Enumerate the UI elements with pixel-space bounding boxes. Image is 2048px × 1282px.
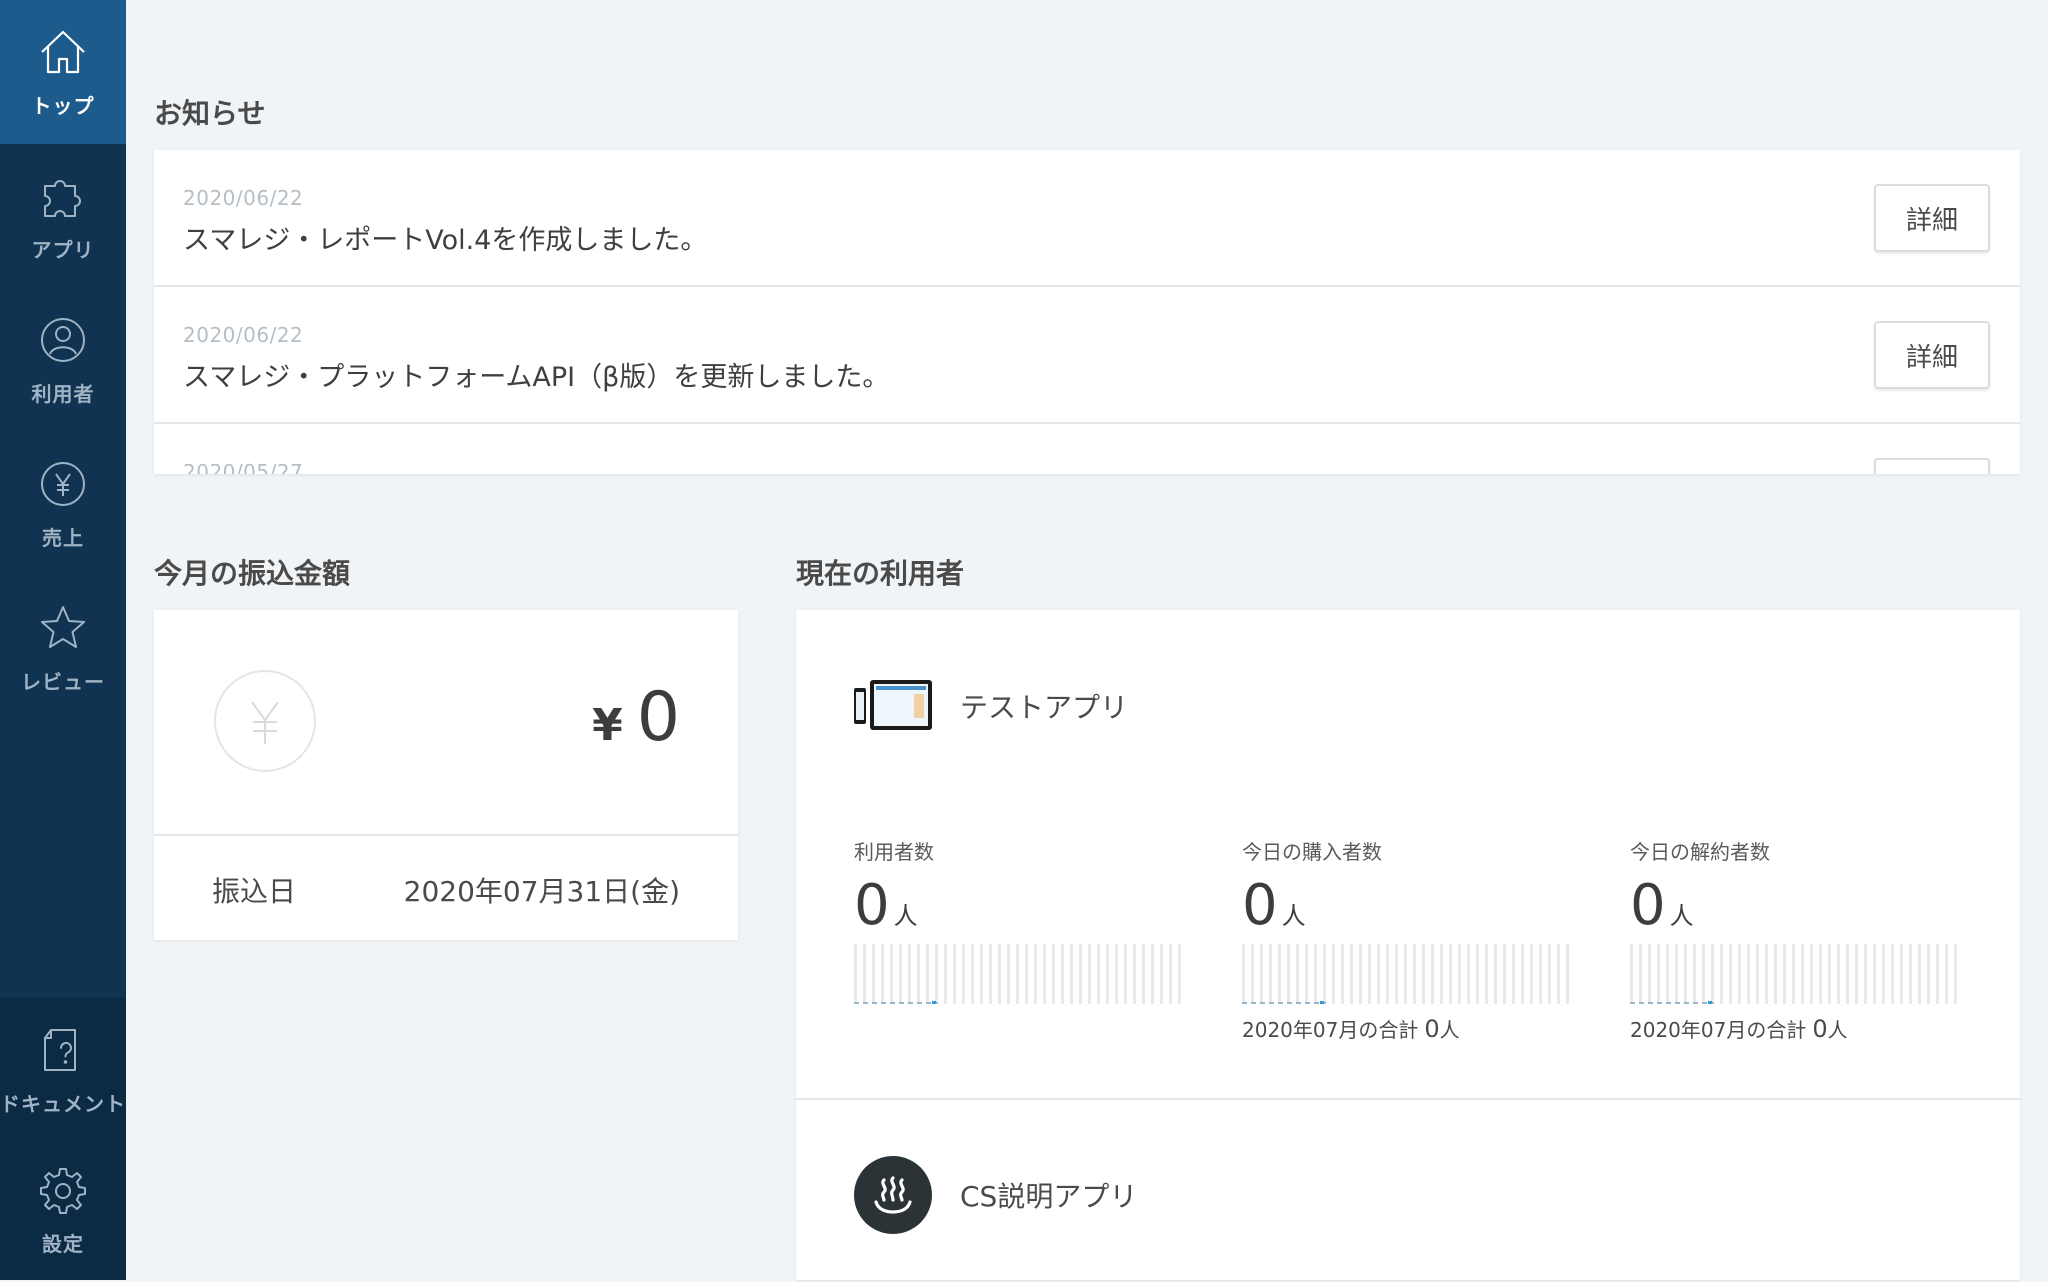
sparkline-chart xyxy=(854,944,1184,1004)
sparkline-chart xyxy=(1242,944,1572,1004)
divider xyxy=(796,1098,2020,1100)
sidebar-item-users[interactable]: 利用者 xyxy=(0,288,126,432)
stat-purchases: 今日の購入者数 0 人 2020年07月の合計 0人 xyxy=(1242,836,1572,1043)
news-item: 2020/05/27 詳細 xyxy=(154,424,2020,474)
divider xyxy=(154,834,738,836)
stat-total-label: 2020年07月の合計 xyxy=(1630,1018,1807,1042)
amount-value: 0 xyxy=(636,678,680,757)
stat-value: 0 人 xyxy=(1242,873,1572,938)
stat-total-value: 0 xyxy=(1812,1015,1828,1043)
home-icon xyxy=(37,26,89,78)
users-section-title: 現在の利用者 xyxy=(796,557,965,590)
transfer-card: ¥ 0 振込日 2020年07月31日(金) xyxy=(154,610,738,940)
user-icon xyxy=(37,314,89,366)
sidebar-item-apps[interactable]: アプリ xyxy=(0,144,126,288)
sidebar-item-label: トップ xyxy=(31,93,95,118)
sidebar-item-top[interactable]: トップ xyxy=(0,0,126,144)
sidebar-item-label: レビュー xyxy=(21,669,105,694)
app-thumbnail xyxy=(854,680,932,732)
transfer-date-value: 2020年07月31日(金) xyxy=(403,875,680,908)
news-detail-button[interactable]: 詳細 xyxy=(1874,321,1990,389)
app-name: テストアプリ xyxy=(960,691,1129,724)
news-text: スマレジ・プラットフォームAPI（β版）を更新しました。 xyxy=(183,362,890,393)
star-icon xyxy=(37,602,89,654)
stat-monthly-total: 2020年07月の合計 0人 xyxy=(1630,1014,1960,1043)
stat-monthly-total: 2020年07月の合計 0人 xyxy=(1242,1014,1572,1043)
app-row[interactable]: CS説明アプリ xyxy=(854,1156,1137,1234)
news-list: 2020/06/22 スマレジ・レポートVol.4を作成しました。 詳細 202… xyxy=(154,150,2020,474)
sparkline-chart xyxy=(1630,944,1960,1004)
users-card: テストアプリ 利用者数 0 人 今日の購入者数 0 人 2020年07月の合計 0… xyxy=(796,610,2020,1280)
sparkline-marker xyxy=(1320,1001,1324,1004)
news-item: 2020/06/22 スマレジ・プラットフォームAPI（β版）を更新しました。 … xyxy=(154,287,2020,424)
stat-total-unit: 人 xyxy=(1439,1018,1460,1042)
sidebar-item-settings[interactable]: 設定 xyxy=(0,1138,126,1282)
stat-value: 0 人 xyxy=(854,873,1184,938)
sidebar-item-label: アプリ xyxy=(31,237,95,262)
stat-label: 今日の解約者数 xyxy=(1630,840,1770,864)
sidebar-item-reviews[interactable]: レビュー xyxy=(0,576,126,720)
sparkline-baseline xyxy=(1242,1002,1326,1004)
stat-users: 利用者数 0 人 xyxy=(854,836,1184,1004)
gear-icon xyxy=(37,1164,89,1216)
sidebar-bottom: ドキュメント 設定 xyxy=(0,998,126,1280)
stat-total-unit: 人 xyxy=(1827,1018,1848,1042)
yen-icon xyxy=(37,458,89,510)
transfer-date-label: 振込日 xyxy=(212,875,297,908)
news-detail-button[interactable]: 詳細 xyxy=(1874,458,1990,474)
hot-spring-icon xyxy=(854,1156,932,1234)
document-question-icon xyxy=(37,1024,89,1076)
sidebar: トップ アプリ 利用者 売上 レビュー ドキュメント 設定 xyxy=(0,0,126,1280)
sidebar-item-label: 利用者 xyxy=(31,381,95,406)
transfer-amount: ¥ 0 xyxy=(592,678,680,757)
news-date: 2020/05/27 xyxy=(183,460,304,474)
sidebar-item-label: 設定 xyxy=(42,1231,84,1256)
stat-label: 今日の購入者数 xyxy=(1242,840,1382,864)
sidebar-item-label: ドキュメント xyxy=(0,1091,126,1116)
news-item: 2020/06/22 スマレジ・レポートVol.4を作成しました。 詳細 xyxy=(154,150,2020,287)
news-text: スマレジ・レポートVol.4を作成しました。 xyxy=(183,225,708,256)
news-date: 2020/06/22 xyxy=(183,323,304,347)
yen-icon xyxy=(214,670,316,772)
sparkline-marker xyxy=(932,1001,936,1004)
stat-unit: 人 xyxy=(1669,902,1694,930)
stat-value: 0 人 xyxy=(1630,873,1960,938)
news-section-title: お知らせ xyxy=(154,97,266,130)
puzzle-icon xyxy=(37,170,89,222)
app-name: CS説明アプリ xyxy=(960,1180,1138,1213)
stat-cancellations: 今日の解約者数 0 人 2020年07月の合計 0人 xyxy=(1630,836,1960,1043)
news-detail-button[interactable]: 詳細 xyxy=(1874,184,1990,252)
stat-label: 利用者数 xyxy=(854,840,934,864)
currency-symbol: ¥ xyxy=(592,700,623,751)
stat-total-label: 2020年07月の合計 xyxy=(1242,1018,1419,1042)
sparkline-marker xyxy=(1708,1001,1712,1004)
news-date: 2020/06/22 xyxy=(183,186,304,210)
stat-number: 0 xyxy=(854,873,890,938)
stat-number: 0 xyxy=(1242,873,1278,938)
sidebar-item-sales[interactable]: 売上 xyxy=(0,432,126,576)
stat-total-value: 0 xyxy=(1424,1015,1440,1043)
sidebar-item-documents[interactable]: ドキュメント xyxy=(0,998,126,1142)
app-row[interactable]: テストアプリ xyxy=(854,680,1128,732)
sparkline-baseline xyxy=(854,1002,938,1004)
sidebar-item-label: 売上 xyxy=(42,525,84,550)
transfer-section-title: 今月の振込金額 xyxy=(154,557,351,590)
stat-unit: 人 xyxy=(1281,902,1306,930)
stat-unit: 人 xyxy=(893,902,918,930)
sparkline-baseline xyxy=(1630,1002,1714,1004)
stat-number: 0 xyxy=(1630,873,1666,938)
